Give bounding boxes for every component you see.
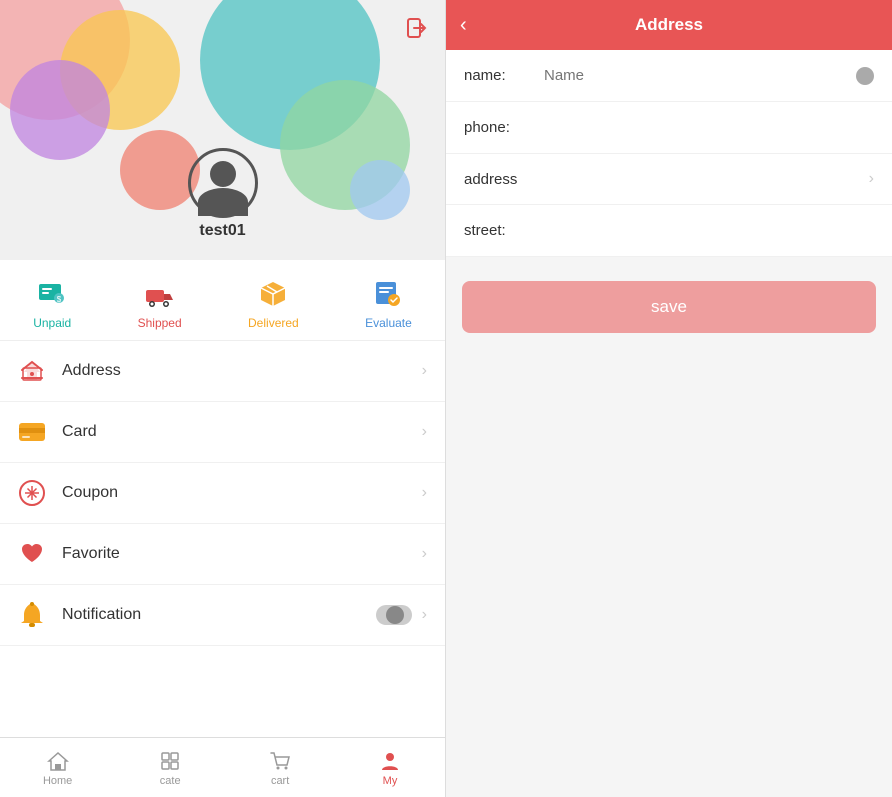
tab-shipped[interactable]: Shipped — [138, 276, 182, 330]
address-chevron: › — [869, 170, 874, 188]
home-icon — [46, 749, 70, 773]
cate-icon — [158, 749, 182, 773]
name-row: name: — [446, 50, 892, 102]
favorite-icon — [18, 540, 46, 568]
notification-toggle[interactable] — [376, 605, 412, 625]
my-icon — [378, 749, 402, 773]
profile-header: test01 — [0, 0, 445, 260]
logout-button[interactable] — [403, 14, 431, 42]
card-icon — [18, 418, 46, 446]
nav-cart[interactable]: cart — [268, 749, 292, 787]
form-section: name: phone: address › street: — [446, 50, 892, 257]
tab-unpaid-label: Unpaid — [33, 316, 71, 330]
address-label: address — [464, 171, 544, 188]
tab-evaluate-label: Evaluate — [365, 316, 412, 330]
right-header: ‹ Address — [446, 0, 892, 50]
menu-favorite-label: Favorite — [62, 545, 422, 563]
name-toggle — [856, 67, 874, 85]
tab-shipped-label: Shipped — [138, 316, 182, 330]
address-icon — [18, 357, 46, 385]
notification-icon — [18, 601, 46, 629]
menu-list: Address › Card › — [0, 341, 445, 737]
cart-icon — [268, 749, 292, 773]
street-row: street: — [446, 205, 892, 257]
nav-home[interactable]: Home — [43, 749, 72, 787]
menu-card-label: Card — [62, 423, 422, 441]
phone-label: phone: — [464, 119, 544, 136]
favorite-chevron: › — [422, 545, 427, 563]
coupon-chevron: › — [422, 484, 427, 502]
address-chevron: › — [422, 362, 427, 380]
menu-item-notification[interactable]: Notification › — [0, 585, 445, 646]
tab-delivered[interactable]: Delivered — [248, 276, 299, 330]
nav-cart-label: cart — [271, 775, 289, 787]
menu-coupon-label: Coupon — [62, 484, 422, 502]
menu-item-card[interactable]: Card › — [0, 402, 445, 463]
tab-evaluate[interactable]: Evaluate — [365, 276, 412, 330]
nav-cate-label: cate — [160, 775, 181, 787]
menu-item-favorite[interactable]: Favorite › — [0, 524, 445, 585]
svg-text:$: $ — [57, 295, 62, 304]
right-panel: ‹ Address name: phone: address › street:… — [446, 0, 892, 797]
street-label: street: — [464, 222, 544, 239]
save-button[interactable]: save — [462, 281, 876, 333]
avatar-area: test01 — [188, 148, 258, 240]
nav-cate[interactable]: cate — [158, 749, 182, 787]
street-input[interactable] — [544, 222, 874, 239]
username: test01 — [199, 222, 245, 240]
nav-my[interactable]: My — [378, 749, 402, 787]
back-button[interactable]: ‹ — [460, 14, 467, 37]
order-tabs: $ Unpaid Shipped — [0, 260, 445, 341]
nav-my-label: My — [383, 775, 398, 787]
menu-item-address[interactable]: Address › — [0, 341, 445, 402]
left-panel: test01 $ Unpaid — [0, 0, 446, 797]
evaluate-icon — [370, 276, 406, 312]
tab-unpaid[interactable]: $ Unpaid — [33, 276, 71, 330]
tab-delivered-label: Delivered — [248, 316, 299, 330]
save-btn-area: save — [446, 257, 892, 357]
menu-item-coupon[interactable]: Coupon › — [0, 463, 445, 524]
delivered-icon — [255, 276, 291, 312]
notification-chevron: › — [422, 606, 427, 624]
menu-address-label: Address — [62, 362, 422, 380]
right-header-title: Address — [635, 15, 703, 35]
card-chevron: › — [422, 423, 427, 441]
unpaid-icon: $ — [34, 276, 70, 312]
address-row[interactable]: address › — [446, 154, 892, 205]
coupon-icon — [18, 479, 46, 507]
shipped-icon — [142, 276, 178, 312]
menu-notification-label: Notification — [62, 606, 376, 624]
bottom-nav: Home cate cart — [0, 737, 445, 797]
name-input[interactable] — [544, 67, 856, 84]
phone-input[interactable] — [544, 119, 874, 136]
phone-row: phone: — [446, 102, 892, 154]
name-label: name: — [464, 67, 544, 84]
nav-home-label: Home — [43, 775, 72, 787]
avatar — [188, 148, 258, 218]
